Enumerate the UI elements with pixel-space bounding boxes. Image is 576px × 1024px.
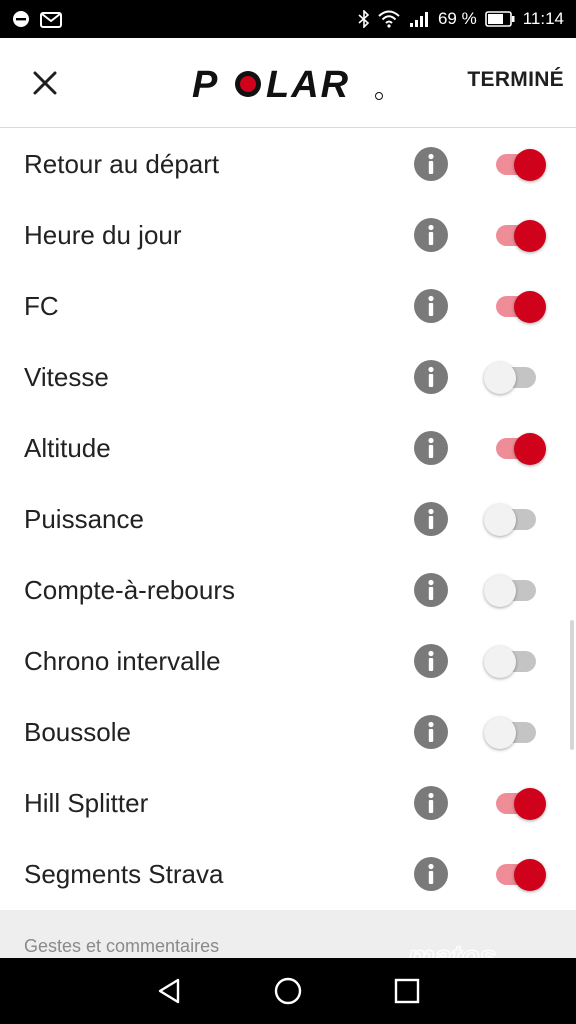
back-button[interactable]	[147, 969, 191, 1013]
info-icon[interactable]	[414, 502, 448, 536]
bluetooth-icon	[358, 10, 370, 28]
settings-row: Boussole	[0, 697, 576, 768]
polar-logo: P LAR	[192, 64, 383, 104]
settings-row-label: Retour au départ	[24, 149, 220, 179]
settings-row: Vitesse	[0, 342, 576, 413]
settings-list: Retour au départ Heure du jour FC Vitesse Al…	[0, 129, 576, 910]
settings-row: Hill Splitter	[0, 768, 576, 839]
settings-row-label: Altitude	[24, 433, 111, 463]
toggle-knob	[484, 575, 516, 607]
toggle-switch[interactable]	[484, 433, 548, 465]
toggle-knob	[484, 504, 516, 536]
toggle-switch[interactable]	[484, 646, 548, 678]
settings-row: Segments Strava	[0, 839, 576, 910]
toggle-switch[interactable]	[484, 220, 548, 252]
wifi-icon	[378, 10, 400, 28]
info-icon[interactable]	[414, 644, 448, 678]
recents-button[interactable]	[385, 969, 429, 1013]
status-bar: 69 % 11:14	[0, 0, 576, 38]
settings-row: Compte-à-rebours	[0, 555, 576, 626]
section-header-label: Gestes et commentaires	[24, 936, 220, 956]
toggle-switch[interactable]	[484, 788, 548, 820]
done-button[interactable]: TERMINÉ	[467, 68, 564, 92]
toggle-knob	[514, 433, 546, 465]
toggle-switch[interactable]	[484, 291, 548, 323]
settings-row-label: Hill Splitter	[24, 788, 149, 818]
info-icon[interactable]	[414, 218, 448, 252]
scrollbar[interactable]	[570, 620, 574, 750]
app-header: P LAR TERMINÉ	[0, 38, 576, 128]
signal-icon	[408, 10, 430, 28]
home-button[interactable]	[266, 969, 310, 1013]
settings-row-label: FC	[24, 291, 59, 321]
settings-row: FC	[0, 271, 576, 342]
circle-status-icon	[12, 10, 30, 28]
settings-row-label: Chrono intervalle	[24, 646, 221, 676]
settings-row-label: Puissance	[24, 504, 144, 534]
clock: 11:14	[522, 9, 564, 28]
close-button[interactable]	[22, 60, 68, 106]
navigation-bar	[0, 958, 576, 1024]
info-icon[interactable]	[414, 857, 448, 891]
toggle-knob	[514, 859, 546, 891]
toggle-switch[interactable]	[484, 149, 548, 181]
settings-row-label: Boussole	[24, 717, 131, 747]
settings-row-label: Segments Strava	[24, 859, 224, 889]
settings-row-label: Compte-à-rebours	[24, 575, 235, 605]
settings-row-label: Heure du jour	[24, 220, 182, 250]
toggle-knob	[484, 646, 516, 678]
toggle-knob	[514, 788, 546, 820]
info-icon[interactable]	[414, 289, 448, 323]
toggle-switch[interactable]	[484, 575, 548, 607]
settings-row: Heure du jour	[0, 200, 576, 271]
info-icon[interactable]	[414, 715, 448, 749]
settings-row-label: Vitesse	[24, 362, 109, 392]
info-icon[interactable]	[414, 147, 448, 181]
svg-text:LAR: LAR	[266, 64, 350, 104]
toggle-switch[interactable]	[484, 859, 548, 891]
toggle-knob	[514, 220, 546, 252]
toggle-knob	[514, 149, 546, 181]
toggle-switch[interactable]	[484, 362, 548, 394]
back-icon	[159, 978, 180, 1004]
battery-percentage: 69 %	[437, 9, 477, 28]
battery-icon	[484, 11, 515, 27]
info-icon[interactable]	[414, 431, 448, 465]
toggle-switch[interactable]	[484, 504, 548, 536]
svg-text:P: P	[192, 64, 219, 104]
toggle-knob	[484, 362, 516, 394]
info-icon[interactable]	[414, 573, 448, 607]
settings-row: Chrono intervalle	[0, 626, 576, 697]
settings-row: Retour au départ	[0, 129, 576, 200]
toggle-knob	[484, 717, 516, 749]
toggle-switch[interactable]	[484, 717, 548, 749]
toggle-knob	[514, 291, 546, 323]
recents-icon	[394, 978, 419, 1004]
close-icon	[33, 71, 57, 95]
settings-row: Altitude	[0, 413, 576, 484]
info-icon[interactable]	[414, 360, 448, 394]
info-icon[interactable]	[414, 786, 448, 820]
home-icon	[274, 977, 302, 1005]
mail-icon	[40, 10, 62, 28]
settings-row: Puissance	[0, 484, 576, 555]
